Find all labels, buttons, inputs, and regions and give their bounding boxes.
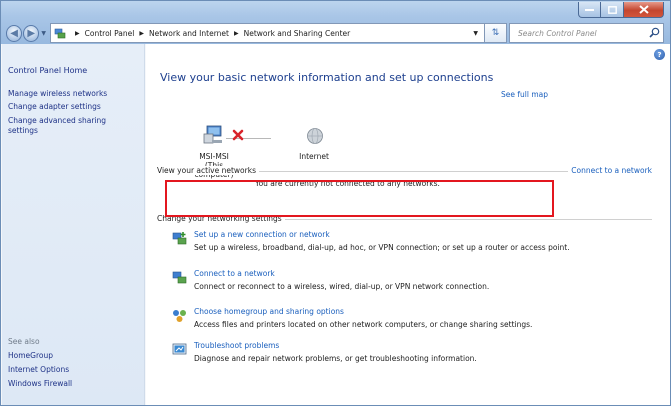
caption-buttons xyxy=(578,2,664,18)
setup-new-connection-description: Set up a wireless, broadband, dial-up, a… xyxy=(194,243,570,252)
see-also-label: See also xyxy=(8,337,40,346)
network-setup-icon xyxy=(172,232,187,245)
change-adapter-settings-link[interactable]: Change adapter settings xyxy=(8,102,138,112)
homegroup-sharing-link[interactable]: Choose homegroup and sharing options xyxy=(194,307,344,316)
navigation-row: ◀ ▶ ▼ ▶ Control Panel ▶ Network and Inte… xyxy=(6,23,664,43)
breadcrumb-network-and-internet[interactable]: Network and Internet xyxy=(149,29,229,38)
back-arrow-icon: ◀ xyxy=(10,27,18,39)
minimize-icon xyxy=(585,8,594,11)
forward-arrow-icon: ▶ xyxy=(27,27,36,39)
refresh-icon: ⇅ xyxy=(491,28,500,38)
computer-name: MSI-MSI xyxy=(199,152,229,161)
connect-network-description: Connect or reconnect to a wireless, wire… xyxy=(194,282,490,291)
refresh-button[interactable]: ⇅ xyxy=(485,23,507,43)
troubleshoot-problems-description: Diagnose and repair network problems, or… xyxy=(194,354,477,363)
close-button[interactable] xyxy=(624,2,664,18)
search-input[interactable]: Search Control Panel xyxy=(509,23,664,43)
internet-label: Internet xyxy=(299,152,329,161)
breadcrumb-separator-icon[interactable]: ▶ xyxy=(229,30,244,37)
address-dropdown-icon[interactable]: ▼ xyxy=(473,30,478,37)
page-heading: View your basic network information and … xyxy=(160,71,494,84)
disconnected-x-icon xyxy=(232,129,244,141)
breadcrumb-network-and-sharing-center[interactable]: Network and Sharing Center xyxy=(244,29,351,38)
internet-options-link[interactable]: Internet Options xyxy=(8,365,138,375)
forward-button[interactable]: ▶ xyxy=(23,24,40,42)
title-bar: ◀ ▶ ▼ ▶ Control Panel ▶ Network and Inte… xyxy=(1,1,670,44)
search-icon[interactable] xyxy=(649,27,660,38)
connect-network-icon xyxy=(172,271,187,284)
search-placeholder: Search Control Panel xyxy=(518,28,597,38)
active-networks-label: View your active networks xyxy=(157,166,259,175)
manage-wireless-networks-link[interactable]: Manage wireless networks xyxy=(8,89,138,99)
connect-network-link[interactable]: Connect to a network xyxy=(194,269,275,278)
connect-to-network-link[interactable]: Connect to a network xyxy=(568,166,652,175)
breadcrumb-separator-icon[interactable]: ▶ xyxy=(134,30,149,37)
breadcrumb-separator-icon: ▶ xyxy=(75,29,80,37)
maximize-icon xyxy=(607,5,617,14)
back-button[interactable]: ◀ xyxy=(6,24,23,42)
computer-icon xyxy=(203,125,222,144)
troubleshoot-problems-link[interactable]: Troubleshoot problems xyxy=(194,341,279,350)
active-networks-header: View your active networks Connect to a n… xyxy=(157,166,652,178)
address-bar[interactable]: ▶ Control Panel ▶ Network and Internet ▶… xyxy=(50,23,485,43)
troubleshoot-icon xyxy=(172,343,187,355)
homegroup-icon xyxy=(173,310,186,322)
windows-firewall-link[interactable]: Windows Firewall xyxy=(8,379,138,389)
control-panel-home-link[interactable]: Control Panel Home xyxy=(8,66,138,76)
window: ◀ ▶ ▼ ▶ Control Panel ▶ Network and Inte… xyxy=(0,0,671,406)
network-location-icon xyxy=(54,28,66,39)
left-pane: Control Panel Home Manage wireless netwo… xyxy=(2,44,145,405)
help-icon[interactable]: ? xyxy=(654,49,665,60)
nav-buttons: ◀ ▶ ▼ xyxy=(6,23,46,43)
recent-pages-dropdown[interactable]: ▼ xyxy=(41,30,46,37)
homegroup-link[interactable]: HomeGroup xyxy=(8,351,138,361)
breadcrumb-control-panel[interactable]: Control Panel xyxy=(85,29,135,38)
setup-new-connection-link[interactable]: Set up a new connection or network xyxy=(194,230,330,239)
change-advanced-sharing-settings-link[interactable]: Change advanced sharing settings xyxy=(8,116,128,136)
close-icon xyxy=(638,5,649,14)
minimize-button[interactable] xyxy=(578,2,601,18)
main-content: ? View your basic network information an… xyxy=(146,44,670,405)
highlight-box xyxy=(165,180,554,217)
homegroup-sharing-description: Access files and printers located on oth… xyxy=(194,320,533,329)
globe-icon xyxy=(307,128,323,144)
see-full-map-link[interactable]: See full map xyxy=(501,90,548,99)
maximize-button[interactable] xyxy=(601,2,624,18)
